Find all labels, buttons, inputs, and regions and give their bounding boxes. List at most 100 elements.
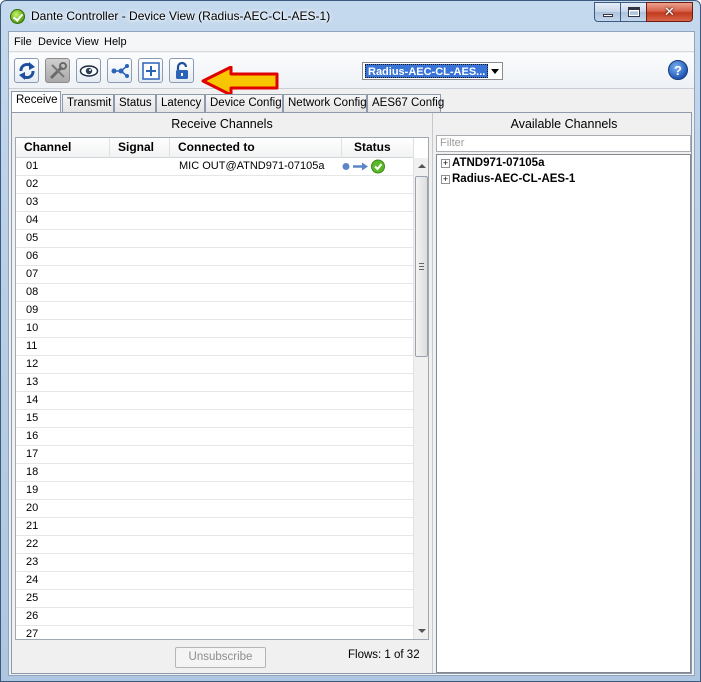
table-row[interactable]: 18 (16, 464, 414, 482)
channel-cell: 04 (26, 214, 39, 226)
channel-cell: 10 (26, 322, 39, 334)
add-button[interactable] (138, 58, 163, 83)
maximize-icon (628, 7, 640, 17)
table-row[interactable]: 07 (16, 266, 414, 284)
channel-cell: 23 (26, 556, 39, 568)
minimize-button[interactable] (594, 2, 621, 22)
table-row[interactable]: 13 (16, 374, 414, 392)
channel-cell: 18 (26, 466, 39, 478)
column-status[interactable]: Status (342, 138, 414, 158)
table-row[interactable]: 17 (16, 446, 414, 464)
table-row[interactable]: 25 (16, 590, 414, 608)
help-button[interactable]: ? (668, 60, 688, 80)
table-row[interactable]: 16 (16, 428, 414, 446)
channel-cell: 01 (26, 160, 39, 172)
vertical-scrollbar[interactable] (413, 158, 428, 639)
table-row[interactable]: 24 (16, 572, 414, 590)
table-body: 01 MIC OUT@ATND971-07105a 02 03 04 05 06 07 08 09… (16, 158, 414, 640)
tab-device-config[interactable]: Device Config (205, 94, 283, 112)
table-header: Channel Signal Connected to Status (16, 138, 414, 158)
expand-icon[interactable]: + (441, 175, 450, 184)
splitter[interactable] (432, 113, 433, 673)
lock-icon (176, 61, 188, 79)
channel-cell: 07 (26, 268, 39, 280)
maximize-button[interactable] (620, 2, 647, 22)
tab-status[interactable]: Status (114, 94, 156, 112)
table-row[interactable]: 05 (16, 230, 414, 248)
tab-aes67-config[interactable]: AES67 Config (367, 94, 444, 112)
column-connected-to[interactable]: Connected to (170, 138, 342, 158)
title-bar[interactable]: Dante Controller - Device View (Radius-A… (1, 1, 700, 31)
scrollbar-thumb[interactable] (415, 176, 428, 357)
table-row[interactable]: 09 (16, 302, 414, 320)
toolbar: Radius-AEC-CL-AES... ? (9, 53, 694, 96)
channel-cell: 24 (26, 574, 39, 586)
table-row[interactable]: 27 (16, 626, 414, 640)
tab-network-config[interactable]: Network Config (283, 94, 367, 112)
window-title: Dante Controller - Device View (Radius-A… (31, 9, 331, 23)
channel-cell: 12 (26, 358, 39, 370)
filter-input[interactable]: Filter (436, 135, 691, 152)
channel-cell: 22 (26, 538, 39, 550)
view-button[interactable] (76, 58, 101, 83)
channel-cell: 05 (26, 232, 39, 244)
table-row[interactable]: 04 (16, 212, 414, 230)
column-signal[interactable]: Signal (110, 138, 170, 158)
chevron-down-icon (491, 69, 499, 74)
tree-item-label: ATND971-07105a (452, 157, 545, 169)
channel-cell: 15 (26, 412, 39, 424)
table-row[interactable]: 12 (16, 356, 414, 374)
network-button[interactable] (107, 58, 132, 83)
minimize-icon (603, 14, 613, 17)
expand-icon[interactable]: + (441, 159, 450, 168)
table-row[interactable]: 11 (16, 338, 414, 356)
menu-file[interactable]: File (14, 36, 32, 48)
column-channel[interactable]: Channel (16, 138, 110, 158)
client-area: File Device View Help Radius-AEC-CL-AES.… (8, 31, 695, 676)
lock-button[interactable] (169, 58, 194, 83)
device-config-button[interactable] (45, 58, 70, 83)
channel-cell: 11 (26, 340, 38, 352)
table-row[interactable]: 01 MIC OUT@ATND971-07105a (16, 158, 414, 176)
scroll-up-icon[interactable] (418, 164, 426, 168)
menu-help[interactable]: Help (104, 36, 127, 48)
tab-transmit[interactable]: Transmit (62, 94, 114, 112)
receive-panel: Receive Channels Available Channels Chan… (11, 112, 692, 674)
add-icon (142, 62, 160, 80)
dante-app-icon (10, 9, 25, 24)
channel-cell: 17 (26, 448, 39, 460)
table-row[interactable]: 26 (16, 608, 414, 626)
tab-receive[interactable]: Receive (11, 91, 61, 112)
scroll-down-icon[interactable] (418, 629, 426, 633)
device-selector-value: Radius-AEC-CL-AES... (365, 64, 489, 78)
menu-view[interactable]: View (75, 36, 99, 48)
table-row[interactable]: 08 (16, 284, 414, 302)
menu-bar: File Device View Help (9, 32, 694, 52)
channel-cell: 13 (26, 376, 39, 388)
table-row[interactable]: 22 (16, 536, 414, 554)
device-selector[interactable]: Radius-AEC-CL-AES... (362, 62, 503, 80)
table-row[interactable]: 06 (16, 248, 414, 266)
table-row[interactable]: 21 (16, 518, 414, 536)
table-row[interactable]: 20 (16, 500, 414, 518)
tab-latency[interactable]: Latency (156, 94, 205, 112)
channel-cell: 25 (26, 592, 39, 604)
annotation-arrow-icon (201, 66, 279, 96)
channel-cell: 27 (26, 628, 39, 640)
eye-icon (79, 65, 99, 77)
table-row[interactable]: 19 (16, 482, 414, 500)
unsubscribe-button[interactable]: Unsubscribe (175, 647, 266, 668)
table-row[interactable]: 15 (16, 410, 414, 428)
channel-cell: 21 (26, 520, 39, 532)
close-button[interactable]: ✕ (646, 2, 693, 22)
table-row[interactable]: 10 (16, 320, 414, 338)
table-row[interactable]: 02 (16, 176, 414, 194)
subscription-status-icon (341, 159, 391, 174)
table-row[interactable]: 14 (16, 392, 414, 410)
table-row[interactable]: 03 (16, 194, 414, 212)
channel-cell: 16 (26, 430, 39, 442)
app-window: Dante Controller - Device View (Radius-A… (0, 0, 701, 682)
menu-device[interactable]: Device (38, 36, 72, 48)
refresh-button[interactable] (14, 58, 39, 83)
table-row[interactable]: 23 (16, 554, 414, 572)
